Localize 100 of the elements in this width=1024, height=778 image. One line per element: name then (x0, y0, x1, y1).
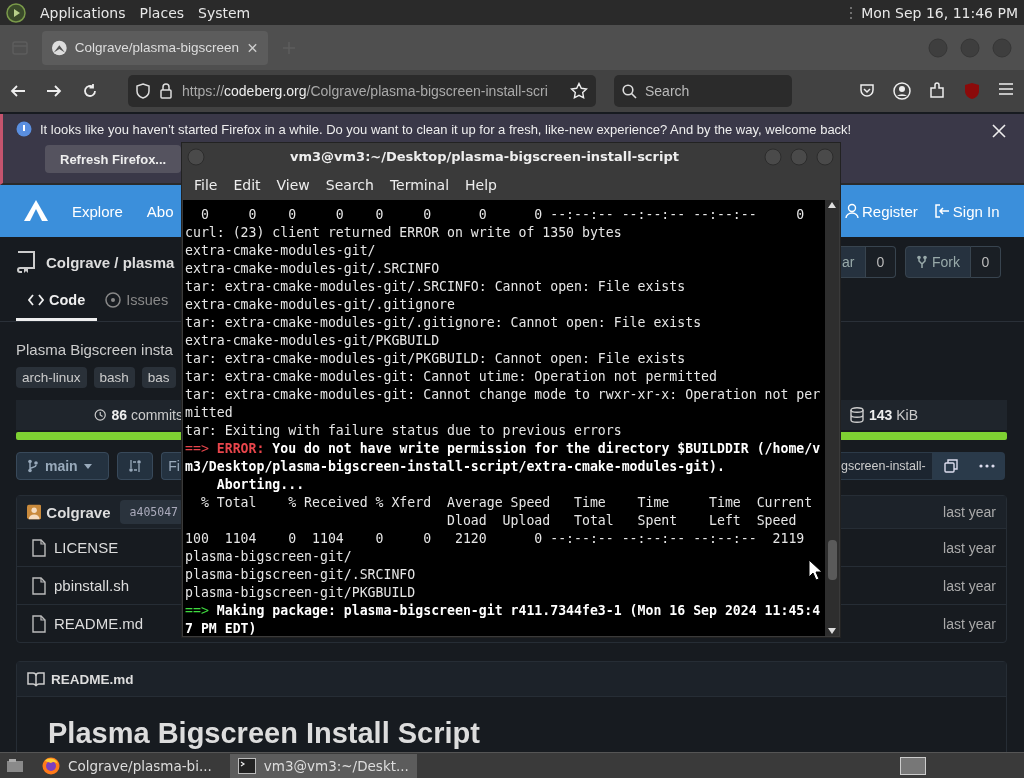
file-icon (32, 614, 46, 633)
url-field[interactable]: https://codeberg.org/Colgrave/plasma-bigscreen-install-scri (128, 75, 596, 107)
pocket-icon[interactable] (859, 82, 875, 98)
close-icon[interactable] (992, 124, 1006, 138)
sign-in-icon (933, 203, 950, 219)
bookmark-star-icon[interactable] (570, 82, 588, 100)
fork-count: 0 (971, 246, 1001, 278)
terminal-line: ==> ERROR: You do not have write permission for the directory $BUILDDIR (/home/v (185, 440, 821, 458)
clone-url-field[interactable]: gscreen-install- (840, 452, 933, 480)
clock: Mon Sep 16, 11:46 PM (861, 4, 1018, 21)
terminal-line: tar: extra-cmake-modules-git/PKGBUILD: Cannot open: File exists (185, 350, 686, 368)
file-time: last year (943, 539, 997, 556)
shield-icon (136, 83, 150, 99)
terminal-line: tar: Exiting with failure status due to previous errors (185, 422, 622, 440)
terminal-menu[interactable]: File (186, 177, 226, 193)
terminal-line: 7 PM EDT) (185, 620, 257, 636)
terminal-menu[interactable]: Edit (225, 177, 269, 193)
terminal-line: plasma-bigscreen-git/ (185, 548, 352, 566)
terminal-line: tar: extra-cmake-modules-git/.gitignore: Cannot open: File exists (185, 314, 702, 332)
back-icon[interactable] (10, 83, 26, 99)
code-icon (28, 293, 44, 306)
terminal-menu[interactable]: Search (317, 177, 382, 193)
fork-icon (916, 255, 928, 269)
branch-icon (27, 459, 39, 473)
file-name[interactable]: README.md (54, 615, 144, 632)
taskbar-button[interactable]: Colgrave/plasma-bi... (34, 753, 220, 778)
copy-icon (943, 459, 958, 473)
terminal-menu[interactable]: Help (457, 177, 505, 193)
database-icon (850, 407, 864, 423)
scroll-up-icon (828, 202, 836, 208)
commit-sha[interactable]: a405047 (119, 500, 184, 524)
file-time: last year (943, 577, 997, 594)
menu-icon[interactable] (998, 82, 1014, 96)
branch-dropdown[interactable]: main (16, 452, 110, 480)
grip-icon (849, 5, 854, 20)
user-icon (845, 203, 859, 219)
lock-icon (160, 83, 172, 99)
more-icon (978, 464, 995, 468)
panel-menu[interactable]: Places (139, 4, 185, 21)
terminal-line: tar: extra-cmake-modules-git/.SRCINFO: Cannot open: File exists (185, 278, 686, 296)
terminal-line: mitted (185, 404, 233, 422)
topic-tag[interactable]: bas (141, 366, 176, 388)
terminal-line: plasma-bigscreen-git/PKGBUILD (185, 584, 416, 602)
repo-icon (16, 250, 36, 274)
distro-logo-icon (6, 2, 26, 23)
info-icon (16, 121, 32, 137)
star-button[interactable]: ar (840, 246, 866, 278)
panel-menu[interactable]: Applications (40, 4, 126, 21)
terminal-line: Aborting... (215, 476, 305, 494)
scroll-down-icon (828, 628, 836, 634)
find-button[interactable]: Fi (161, 452, 183, 480)
repo-tab[interactable]: Issues (97, 281, 173, 321)
commits-count[interactable]: 86 commits (111, 407, 183, 423)
terminal-line: curl: (23) client returned ERROR on write of 1350 bytes (185, 224, 622, 242)
caret-icon (83, 463, 92, 469)
more-button[interactable] (968, 452, 1005, 480)
terminal-line: extra-cmake-modules-git/ (185, 242, 376, 260)
topic-tag[interactable]: bash (93, 366, 135, 388)
panel-menu[interactable]: System (198, 4, 251, 21)
readme-title: README.md (51, 671, 134, 687)
issue-icon (105, 291, 122, 308)
star-count: 0 (866, 246, 896, 278)
terminal-line: tar: extra-cmake-modules-git: Cannot utime: Operation not permitted (185, 368, 717, 386)
commit-time: last year (943, 504, 997, 520)
terminal-menu[interactable]: View (268, 177, 318, 193)
firefox-icon (42, 756, 60, 775)
file-icon (32, 576, 46, 595)
commit-author[interactable]: Colgrave (46, 503, 111, 521)
fork-button[interactable]: Fork (905, 246, 971, 278)
mouse-pointer-icon (808, 559, 822, 581)
file-name[interactable]: pbinstall.sh (54, 577, 130, 594)
reload-icon[interactable] (82, 83, 98, 99)
repo-size: 143 KiB (869, 407, 919, 423)
browser-tab[interactable]: Colgrave/plasma-bigscreen (42, 30, 268, 65)
terminal-title: vm3@vm3:~/Desktop/plasma-bigscreen-install-script (289, 149, 680, 164)
terminal-line: ==> Making package: plasma-bigscreen-git r411.7344fe3-1 (Mon 16 Sep 2024 11:45:4 (185, 602, 821, 620)
history-icon (94, 407, 107, 423)
file-time: last year (943, 615, 997, 632)
account-icon[interactable] (893, 82, 911, 100)
repo-tab[interactable]: Code (16, 281, 98, 321)
terminal-menu[interactable]: Terminal (381, 177, 458, 193)
topic-tag[interactable]: arch-linux (16, 366, 87, 388)
copy-button[interactable] (932, 452, 969, 480)
scroll-thumb[interactable] (827, 540, 837, 580)
terminal-line: m3/Desktop/plasma-bigscreen-install-script/extra-cmake-modules-git). (185, 458, 725, 476)
scrollbar[interactable] (825, 200, 839, 636)
terminal-line: plasma-bigscreen-git/.SRCINFO (185, 566, 416, 584)
forward-icon[interactable] (46, 83, 62, 99)
compare-icon (128, 459, 143, 473)
search-field[interactable]: Search (614, 75, 792, 107)
workspace-icon[interactable] (900, 756, 926, 775)
terminal-line: % Total % Received % Xferd Average Speed Time Time Time Current (199, 494, 813, 512)
repo-description: Plasma Bigscreen insta (16, 340, 173, 358)
file-name[interactable]: LICENSE (54, 539, 119, 556)
extensions-icon[interactable] (929, 82, 946, 99)
refresh-firefox-button[interactable]: Refresh Firefox... (45, 145, 182, 173)
readme-heading: Plasma Bigscreen Install Script (48, 717, 481, 750)
compare-button[interactable] (117, 452, 154, 480)
terminal-line: 100 1104 0 1104 0 0 2120 0 --:--:-- --:--:-- --:--:-- 2119 (185, 530, 805, 548)
taskbar-button[interactable]: vm3@vm3:~/Deskt... (229, 753, 417, 778)
